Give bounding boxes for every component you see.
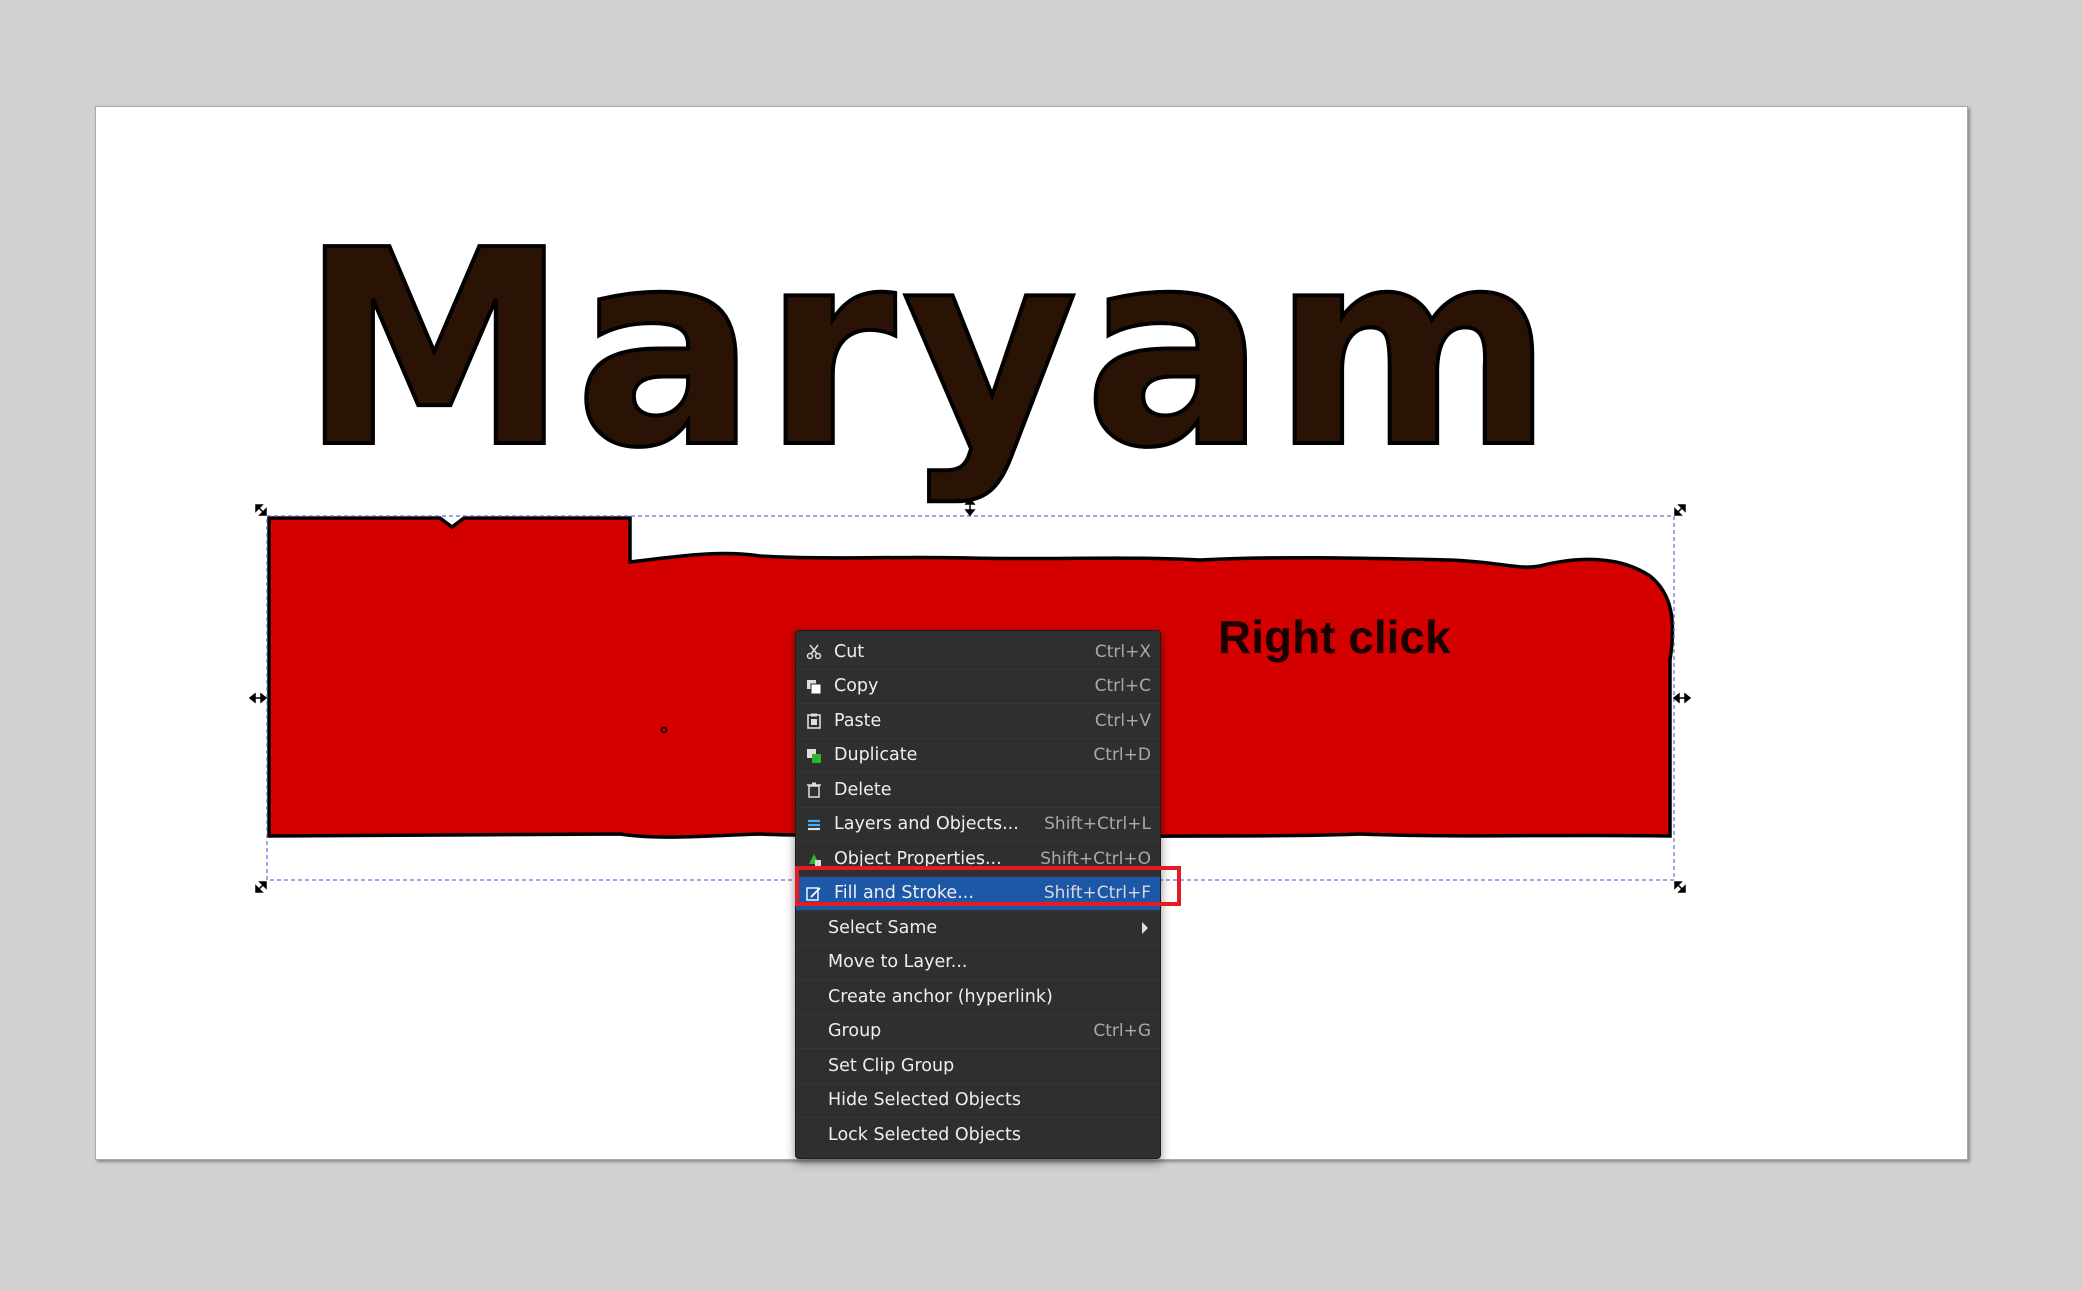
menu-item-hide-selected-objects[interactable]: Hide Selected Objects: [796, 1084, 1160, 1118]
right-click-annotation: Right click: [1218, 611, 1451, 663]
submenu-arrow-icon: [1142, 922, 1148, 934]
menu-item-shortcut: Shift+Ctrl+L: [1044, 814, 1151, 835]
menu-item-move-to-layer[interactable]: Move to Layer...: [796, 946, 1160, 980]
menu-item-set-clip-group[interactable]: Set Clip Group: [796, 1049, 1160, 1084]
handle-bottom-right[interactable]: [1674, 881, 1686, 893]
menu-item-label: Set Clip Group: [828, 1055, 955, 1076]
handle-middle-right[interactable]: [1672, 692, 1692, 704]
menu-item-label: Paste: [834, 710, 882, 731]
title-text-object[interactable]: Maryam: [298, 190, 1560, 509]
menu-item-duplicate[interactable]: Duplicate Ctrl+D: [796, 739, 1160, 773]
handle-top-right[interactable]: [1674, 504, 1686, 516]
menu-item-shortcut: Ctrl+C: [1094, 676, 1151, 697]
menu-item-label: Create anchor (hyperlink): [828, 986, 1053, 1007]
copy-icon: [806, 679, 822, 695]
object-properties-icon: [806, 851, 822, 867]
scissors-icon: [806, 644, 822, 660]
menu-item-create-anchor-hyperlink[interactable]: Create anchor (hyperlink): [796, 980, 1160, 1015]
menu-item-label: Select Same: [828, 917, 938, 938]
menu-item-paste[interactable]: Paste Ctrl+V: [796, 704, 1160, 739]
trash-icon: [806, 782, 822, 798]
menu-item-shortcut: Ctrl+D: [1093, 745, 1151, 766]
menu-item-lock-selected-objects[interactable]: Lock Selected Objects: [796, 1118, 1160, 1152]
menu-item-label: Delete: [834, 779, 892, 800]
menu-item-shortcut: Ctrl+G: [1093, 1021, 1151, 1042]
menu-item-label: Layers and Objects...: [834, 814, 1019, 835]
menu-item-shortcut: Ctrl+V: [1094, 710, 1151, 731]
menu-item-label: Copy: [834, 676, 879, 697]
menu-item-delete[interactable]: Delete: [796, 773, 1160, 808]
menu-item-label: Lock Selected Objects: [828, 1124, 1022, 1145]
menu-item-label: Cut: [834, 641, 865, 662]
handle-top-middle[interactable]: [964, 497, 976, 517]
layers-icon: [806, 817, 822, 833]
menu-item-select-same[interactable]: Select Same: [796, 911, 1160, 946]
paste-icon: [806, 713, 822, 729]
menu-item-layers-and-objects[interactable]: Layers and Objects... Shift+Ctrl+L: [796, 808, 1160, 842]
duplicate-icon: [806, 748, 822, 764]
menu-item-label: Hide Selected Objects: [828, 1090, 1021, 1111]
menu-item-label: Group: [828, 1021, 882, 1042]
menu-item-label: Move to Layer...: [828, 952, 968, 973]
menu-item-group[interactable]: Group Ctrl+G: [796, 1015, 1160, 1049]
menu-item-copy[interactable]: Copy Ctrl+C: [796, 670, 1160, 704]
menu-item-shortcut: Ctrl+X: [1094, 641, 1151, 662]
highlight-box: [795, 866, 1181, 906]
menu-item-label: Duplicate: [834, 745, 918, 766]
handle-middle-left[interactable]: [248, 692, 268, 704]
menu-item-cut[interactable]: Cut Ctrl+X: [796, 635, 1160, 670]
handle-bottom-left[interactable]: [255, 881, 267, 893]
handle-top-left[interactable]: [255, 504, 267, 516]
